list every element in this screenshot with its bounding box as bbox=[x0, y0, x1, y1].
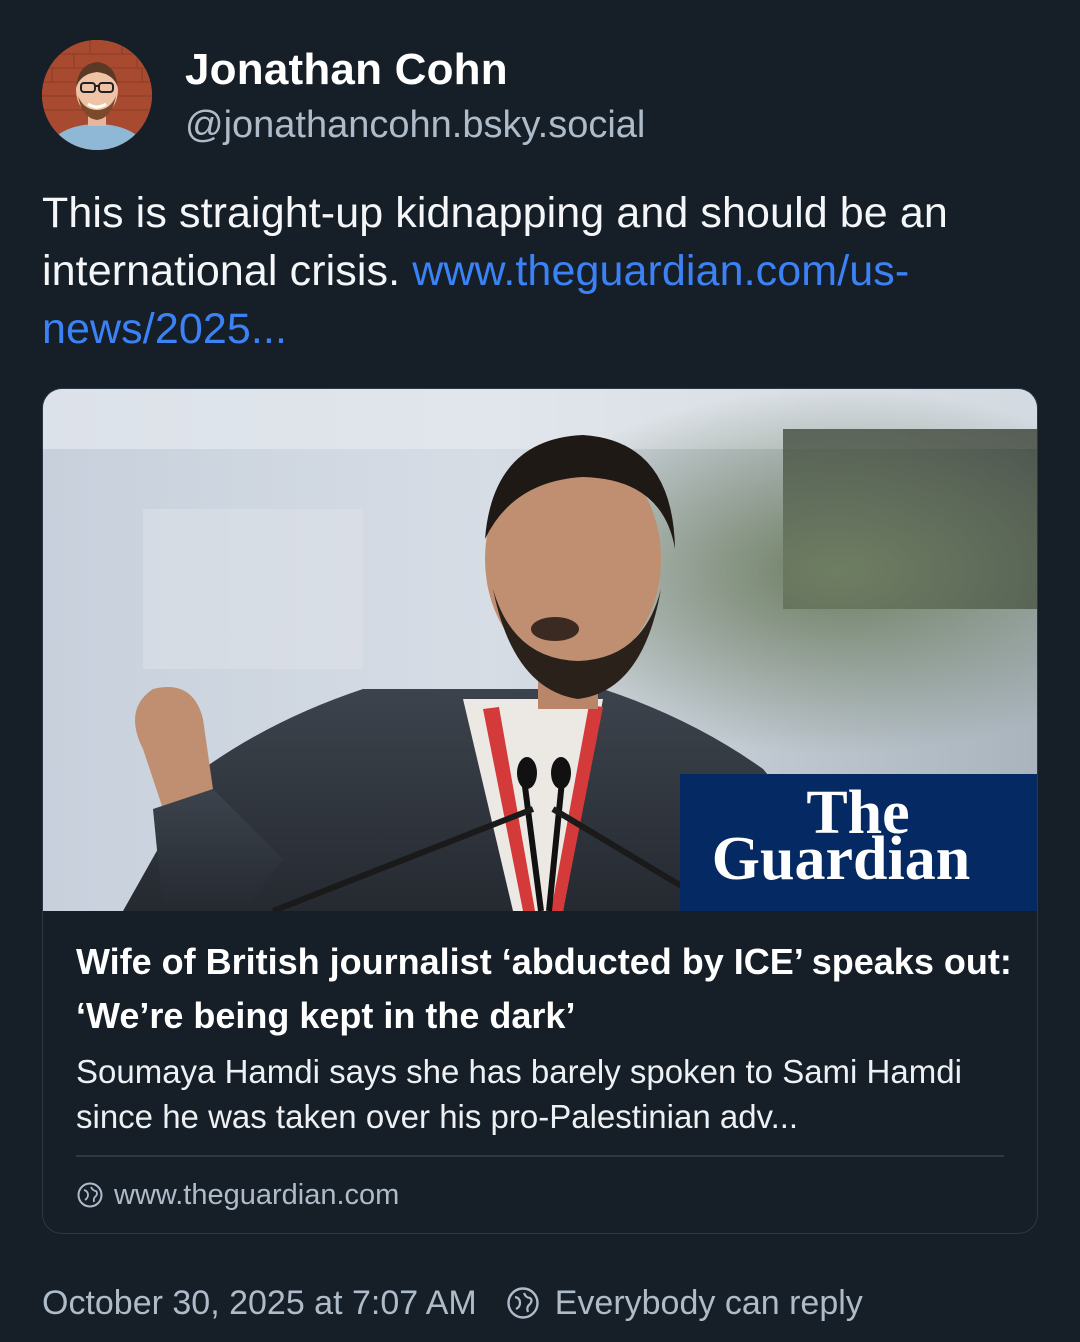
post-text: This is straight-up kidnapping and shoul… bbox=[42, 184, 1042, 358]
card-description: Soumaya Hamdi says she has barely spoken… bbox=[76, 1053, 962, 1135]
author-header[interactable]: Jonathan Cohn @jonathancohn.bsky.social bbox=[42, 40, 1042, 150]
avatar[interactable] bbox=[42, 40, 152, 150]
card-divider bbox=[76, 1155, 1004, 1157]
link-preview-card[interactable]: The Guardian Wife of British journalist … bbox=[42, 388, 1038, 1234]
author-handle[interactable]: @jonathancohn.bsky.social bbox=[185, 102, 645, 148]
post-timestamp: October 30, 2025 at 7:07 AM bbox=[42, 1283, 477, 1322]
post-footer: October 30, 2025 at 7:07 AM Everybody ca… bbox=[42, 1278, 863, 1328]
reply-setting[interactable]: Everybody can reply bbox=[555, 1284, 863, 1323]
card-thumbnail: The Guardian bbox=[43, 389, 1037, 911]
guardian-logo-line2: Guardian bbox=[712, 825, 970, 893]
globe-icon bbox=[77, 1182, 103, 1208]
post-view: Jonathan Cohn @jonathancohn.bsky.social … bbox=[0, 0, 1080, 1342]
card-domain: www.theguardian.com bbox=[114, 1178, 400, 1211]
card-domain-row: www.theguardian.com bbox=[76, 1175, 399, 1215]
author-display-name[interactable]: Jonathan Cohn bbox=[185, 44, 508, 96]
globe-icon bbox=[507, 1287, 539, 1319]
avatar-image bbox=[42, 40, 152, 150]
card-title[interactable]: Wife of British journalist ‘abducted by … bbox=[76, 935, 1016, 1043]
